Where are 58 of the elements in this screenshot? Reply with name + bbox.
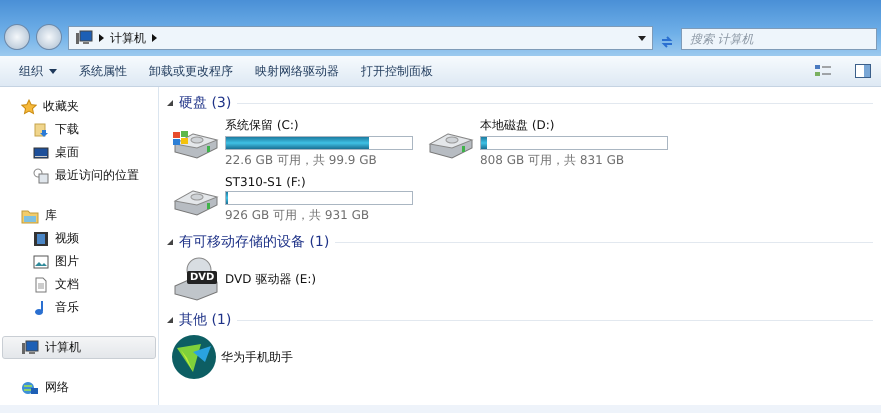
computer-icon (21, 340, 39, 356)
dropdown-caret-icon[interactable] (638, 36, 646, 40)
app-logo-icon (171, 334, 217, 380)
group-heading: 硬盘 (3) (179, 94, 232, 112)
sidebar-item[interactable]: 计算机 (2, 336, 156, 359)
sidebar-item[interactable]: 桌面 (2, 141, 156, 164)
address-bar[interactable]: 计算机 (68, 26, 653, 50)
view-options-icon[interactable] (815, 64, 831, 78)
toolbar-button[interactable]: 卸载或更改程序 (140, 58, 242, 84)
globe-icon (21, 380, 39, 396)
toolbar-button[interactable]: 映射网络驱动器 (246, 58, 348, 84)
drive-name: ST310-S1 (F:) (225, 175, 307, 189)
breadcrumb[interactable]: 计算机 (110, 30, 146, 46)
monitor-icon (33, 144, 49, 160)
folder-icon (21, 208, 39, 224)
drive-name: 本地磁盘 (D:) (480, 117, 556, 134)
back-button[interactable] (4, 24, 30, 50)
collapse-triangle-icon[interactable] (167, 100, 173, 106)
app-tile[interactable]: 华为手机助手 (171, 334, 426, 380)
sidebar-item[interactable]: 视频 (2, 227, 156, 250)
collapse-triangle-icon[interactable] (167, 317, 173, 323)
computer-icon (75, 30, 93, 46)
sidebar-item[interactable]: 库 (2, 204, 156, 227)
star-icon (21, 98, 37, 114)
free-space-text: 808 GB 可用，共 831 GB (480, 152, 626, 169)
toolbar-button[interactable]: 组织 (10, 58, 66, 84)
image-icon (33, 254, 49, 270)
collapse-triangle-icon[interactable] (167, 239, 173, 245)
recent-places-icon (33, 168, 49, 184)
chevron-icon (99, 34, 104, 42)
document-icon (33, 276, 49, 292)
forward-button[interactable] (36, 24, 62, 50)
sidebar-item[interactable]: 文档 (2, 273, 156, 296)
drive-tile[interactable]: 系统保留 (C:) 22.6 GB 可用，共 99.9 GB (171, 117, 426, 169)
drive-tile[interactable]: 本地磁盘 (D:) 808 GB 可用，共 831 GB (426, 117, 681, 169)
toolbar-button[interactable]: 打开控制面板 (352, 58, 442, 84)
free-space-text: 926 GB 可用，共 931 GB (225, 207, 370, 224)
sidebar-item[interactable]: 收藏夹 (2, 95, 156, 118)
toolbar-button[interactable]: 系统属性 (70, 58, 136, 84)
sidebar-item[interactable]: 网络 (2, 376, 156, 399)
free-space-text: 22.6 GB 可用，共 99.9 GB (225, 152, 378, 169)
sidebar-item[interactable]: 下载 (2, 118, 156, 141)
drive-name: 系统保留 (C:) (225, 117, 300, 134)
search-field[interactable]: 搜索 计算机 (681, 28, 877, 50)
drive-name: DVD 驱动器 (E:) (225, 270, 316, 288)
drive-tile[interactable]: DVD DVD 驱动器 (E:) (171, 256, 426, 302)
sidebar-item[interactable]: 最近访问的位置 (2, 164, 156, 187)
group-heading: 其他 (1) (179, 311, 232, 329)
download-folder-icon (33, 122, 49, 138)
drive-tile[interactable]: ST310-S1 (F:) 926 GB 可用，共 931 GB (171, 175, 426, 224)
chevron-icon (152, 34, 157, 42)
sidebar-item[interactable]: 图片 (2, 250, 156, 273)
group-heading: 有可移动存储的设备 (1) (179, 233, 330, 251)
refresh-icon[interactable] (659, 34, 675, 50)
preview-pane-icon[interactable] (855, 64, 871, 78)
film-icon (33, 230, 49, 246)
sidebar-item[interactable]: 音乐 (2, 296, 156, 319)
drive-name: 华为手机助手 (221, 348, 293, 366)
